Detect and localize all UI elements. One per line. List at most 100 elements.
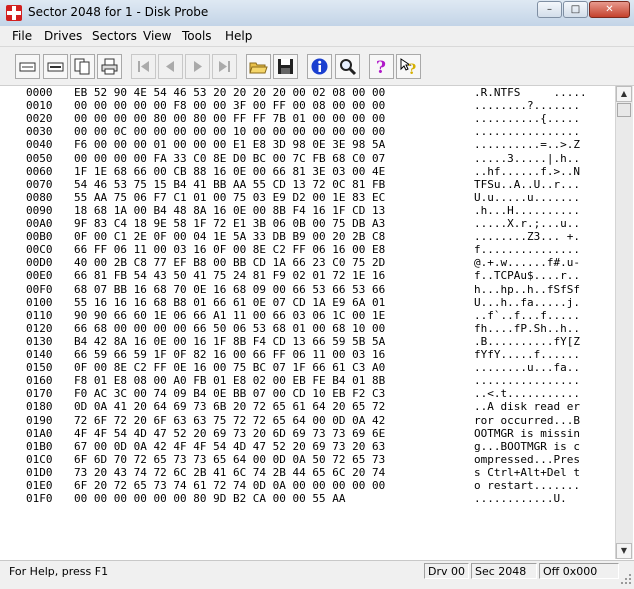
row-ascii: ............U. [474,492,567,506]
close-button[interactable]: ✕ [589,1,630,18]
hex-row[interactable]: 0090 18 68 1A 00 B4 48 8A 16 0E 00 8B F4 … [6,204,606,217]
first-sector-icon [138,61,149,72]
vertical-scrollbar[interactable]: ▲ ▼ [615,86,633,559]
row-address: 0160 [26,374,53,388]
row-hex-bytes: 40 00 2B C8 77 EF B8 00 BB CD 1A 66 23 C… [74,256,386,270]
hex-row[interactable]: 0080 55 AA 75 06 F7 C1 01 00 75 03 E9 D2 … [6,191,606,204]
row-hex-bytes: F8 01 E8 08 00 A0 FB 01 E8 02 00 EB FE B… [74,374,386,388]
menu-sectors[interactable]: Sectors [92,29,137,43]
hex-row[interactable]: 0170 F0 AC 3C 00 74 09 B4 0E BB 07 00 CD … [6,387,606,400]
hex-row[interactable]: 00C0 66 FF 06 11 00 03 16 0F 00 8E C2 FF … [6,243,606,256]
last-sector-button[interactable] [212,54,237,79]
resize-grip-icon[interactable] [620,573,632,585]
row-address: 0080 [26,190,53,204]
find-button[interactable] [335,54,360,79]
write-icon [47,62,64,72]
row-address: 00F0 [26,282,53,296]
read-button[interactable] [15,54,40,79]
hex-row[interactable]: 00F0 68 07 BB 16 68 70 0E 16 68 09 00 66 … [6,283,606,296]
hex-row[interactable]: 0180 0D 0A 41 20 64 69 73 6B 20 72 65 61 … [6,400,606,413]
status-help-text: For Help, press F1 [9,565,109,578]
info-icon [311,58,328,75]
menu-view[interactable]: View [143,29,171,43]
maximize-button[interactable]: □ [563,1,588,18]
write-button[interactable] [43,54,68,79]
hex-row[interactable]: 0100 55 16 16 16 68 B8 01 66 61 0E 07 CD … [6,296,606,309]
row-hex-bytes: 0F 00 C1 2E 0F 00 04 1E 5A 33 DB B9 00 2… [74,230,386,244]
hex-row[interactable]: 00D0 40 00 2B C8 77 EF B8 00 BB CD 1A 66 … [6,256,606,269]
hex-row[interactable]: 00B0 0F 00 C1 2E 0F 00 04 1E 5A 33 DB B9 … [6,230,606,243]
scroll-thumb[interactable] [617,103,631,117]
hex-row[interactable]: 0030 00 00 0C 00 00 00 00 00 10 00 00 00 … [6,125,606,138]
hex-row[interactable]: 0000 EB 52 90 4E 54 46 53 20 20 20 20 00 … [6,86,606,99]
hex-row[interactable]: 0140 66 59 66 59 1F 0F 82 16 00 66 FF 06 … [6,348,606,361]
next-sector-button[interactable] [185,54,210,79]
row-ascii: fYfY.....f...... [474,348,580,361]
hex-row[interactable]: 0050 00 00 00 00 FA 33 C0 8E D0 BC 00 7C … [6,152,606,165]
hex-row[interactable]: 0020 00 00 00 00 80 00 80 00 FF FF 7B 01 … [6,112,606,125]
row-address: 0190 [26,413,53,427]
row-ascii: U.u.....u....... [474,190,580,204]
row-hex-bytes: 9F 83 C4 18 9E 58 1F 72 E1 3B 06 0B 00 7… [74,217,386,230]
menu-file[interactable]: File [12,29,32,43]
hex-row[interactable]: 01B0 67 00 0D 0A 42 4F 4F 54 4D 47 52 20 … [6,440,606,453]
open-button[interactable] [246,54,271,79]
save-icon [278,59,293,74]
hex-row[interactable]: 0010 00 00 00 00 00 F8 00 00 3F 00 FF 00 … [6,99,606,112]
menu-help[interactable]: Help [225,29,252,43]
hex-view[interactable]: 0000 EB 52 90 4E 54 46 53 20 20 20 20 00 … [6,86,615,559]
svg-text:?: ? [376,58,386,76]
prev-sector-button[interactable] [158,54,183,79]
hex-row[interactable]: 0060 1F 1E 68 66 00 CB 88 16 0E 00 66 81 … [6,165,606,178]
row-address: 0020 [26,112,53,126]
hex-row[interactable]: 0150 0F 00 8E C2 FF 0E 16 00 75 BC 07 1F … [6,361,606,374]
row-hex-bytes: 00 00 0C 00 00 00 00 00 10 00 00 00 00 0… [74,125,386,139]
minimize-button[interactable]: – [537,1,562,18]
print-icon [101,58,118,75]
hex-row[interactable]: 0110 90 90 66 60 1E 06 66 A1 11 00 66 03 … [6,309,606,322]
help-button[interactable]: ? [369,54,394,79]
context-help-button[interactable]: ? [396,54,421,79]
hex-row[interactable]: 01A0 4F 4F 54 4D 47 52 20 69 73 20 6D 69 … [6,427,606,440]
hex-row[interactable]: 0160 F8 01 E8 08 00 A0 FB 01 E8 02 00 EB … [6,374,606,387]
hex-row[interactable]: 0190 72 6F 72 20 6F 63 63 75 72 72 65 64 … [6,414,606,427]
hex-row[interactable]: 01F0 00 00 00 00 00 00 80 9D B2 CA 00 00 … [6,492,606,505]
hex-row[interactable]: 0130 B4 42 8A 16 0E 00 16 1F 8B F4 CD 13 … [6,335,606,348]
row-address: 01A0 [26,426,53,440]
row-hex-bytes: 66 68 00 00 00 00 66 50 06 53 68 01 00 6… [74,321,386,335]
row-hex-bytes: 18 68 1A 00 B4 48 8A 16 0E 00 8B F4 16 1… [74,203,386,217]
menu-drives[interactable]: Drives [44,29,82,43]
hex-row[interactable]: 0120 66 68 00 00 00 00 66 50 06 53 68 01 … [6,322,606,335]
title-bar: Sector 2048 for 1 - Disk Probe – □ ✕ [0,0,634,27]
context-help-icon: ? [400,58,416,76]
copy-button[interactable] [70,54,95,79]
print-button[interactable] [97,54,122,79]
row-ascii: OOTMGR is missin [474,426,580,440]
row-hex-bytes: 6F 20 72 65 73 74 61 72 74 0D 0A 00 00 0… [74,479,386,492]
info-button[interactable] [307,54,332,79]
save-button[interactable] [273,54,298,79]
hex-row[interactable]: 0040 F6 00 00 00 01 00 00 00 E1 E8 3D 98 … [6,138,606,151]
row-address: 0090 [26,203,53,217]
row-hex-bytes: 90 90 66 60 1E 06 66 A1 11 00 66 03 06 1… [74,308,386,322]
row-ascii: .....3.....|.h.. [474,151,580,165]
row-hex-bytes: 00 00 00 00 FA 33 C0 8E D0 BC 00 7C FB 6… [74,151,386,165]
hex-row[interactable]: 01D0 73 20 43 74 72 6C 2B 41 6C 74 2B 44 … [6,466,606,479]
first-sector-button[interactable] [131,54,156,79]
row-address: 0040 [26,138,53,152]
hex-row[interactable]: 01E0 6F 20 72 65 73 74 61 72 74 0D 0A 00 … [6,479,606,492]
hex-row[interactable]: 01C0 6F 6D 70 72 65 73 73 65 64 00 0D 0A … [6,453,606,466]
row-address: 01F0 [26,492,53,506]
status-offset: Off 0x000 [543,565,598,578]
scroll-up-icon[interactable]: ▲ [616,86,632,102]
row-address: 00D0 [26,256,53,270]
hex-row[interactable]: 00A0 9F 83 C4 18 9E 58 1F 72 E1 3B 06 0B … [6,217,606,230]
hex-row[interactable]: 00E0 66 81 FB 54 43 50 41 75 24 81 F9 02 … [6,269,606,282]
row-address: 0170 [26,387,53,401]
row-address: 01C0 [26,452,53,466]
status-bar: For Help, press F1 Drv 00 Sec 2048 Off 0… [0,560,634,589]
copy-icon [74,58,90,75]
hex-row[interactable]: 0070 54 46 53 75 15 B4 41 BB AA 55 CD 13 … [6,178,606,191]
scroll-down-icon[interactable]: ▼ [616,543,632,559]
menu-tools[interactable]: Tools [182,29,212,43]
